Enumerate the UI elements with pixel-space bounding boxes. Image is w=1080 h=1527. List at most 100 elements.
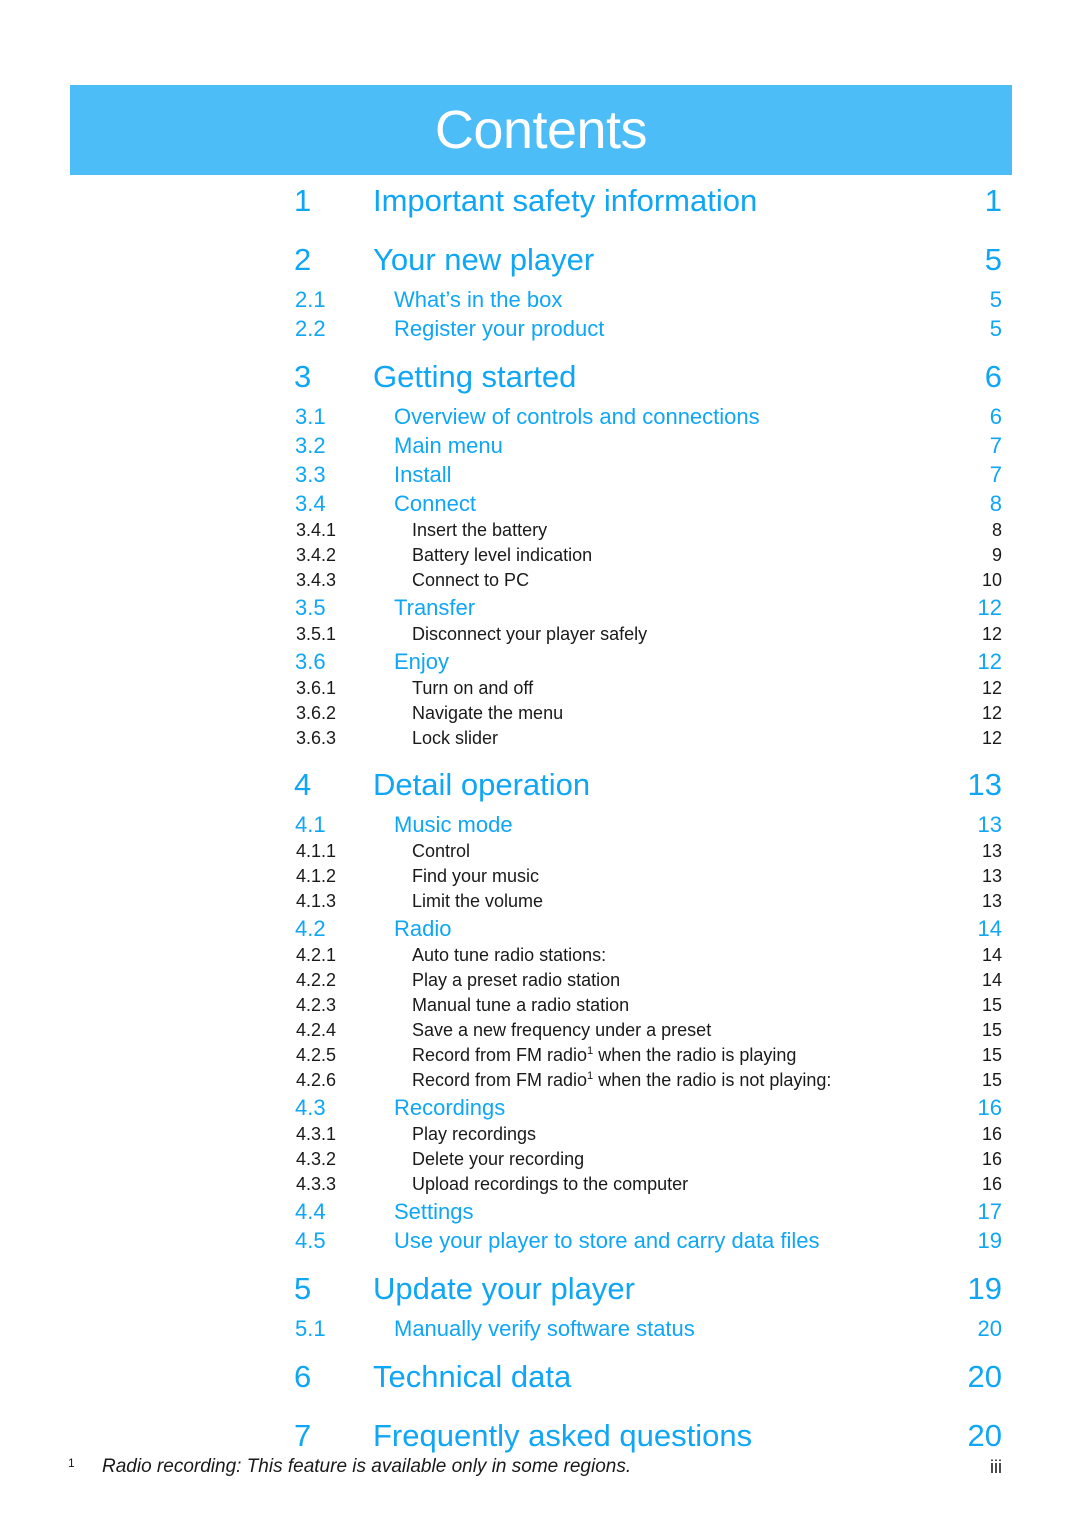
- toc-entry-label: Recordings: [394, 1095, 506, 1120]
- toc-entry-page: 6: [984, 359, 1002, 394]
- toc-entry[interactable]: 4.3 Recordings 16: [0, 1093, 1080, 1122]
- toc-entry[interactable]: 4.2.1 Auto tune radio stations: 14: [0, 943, 1080, 968]
- toc-entry[interactable]: 3.5 Transfer 12: [0, 593, 1080, 622]
- toc-entry[interactable]: 3.4.2 Battery level indication 9: [0, 543, 1080, 568]
- toc-entry[interactable]: 4.2.4 Save a new frequency under a preset…: [0, 1018, 1080, 1043]
- toc-entry[interactable]: 3.4 Connect 8: [0, 489, 1080, 518]
- toc-entry-page: 12: [977, 595, 1002, 620]
- toc-entry-number: 4.1: [295, 812, 326, 837]
- toc-entry-label: Record from FM radio1 when the radio is …: [412, 1043, 796, 1068]
- toc-entry[interactable]: 4.1.2 Find your music 13: [0, 864, 1080, 889]
- toc-entry[interactable]: 2 Your new player 5: [0, 235, 1080, 285]
- toc-entry[interactable]: 3.2 Main menu 7: [0, 431, 1080, 460]
- toc-entry[interactable]: 3.6.3 Lock slider 12: [0, 726, 1080, 751]
- toc-entry[interactable]: 2.1 What’s in the box 5: [0, 285, 1080, 314]
- toc-entry-label: Navigate the menu: [412, 703, 564, 723]
- toc-entry[interactable]: 4.5 Use your player to store and carry da…: [0, 1226, 1080, 1255]
- toc-entry[interactable]: 2.2 Register your product 5: [0, 314, 1080, 343]
- toc-entry[interactable]: 4.1.3 Limit the volume 13: [0, 889, 1080, 914]
- toc-entry[interactable]: 4.4 Settings 17: [0, 1197, 1080, 1226]
- toc-entry-label: Enjoy: [394, 649, 450, 674]
- toc-entry-number: 4.3: [295, 1095, 326, 1120]
- toc-entry[interactable]: 3.4.3 Connect to PC 10: [0, 568, 1080, 593]
- toc-entry-label: Turn on and off: [412, 678, 534, 698]
- toc-entry[interactable]: 1 Important safety information 1: [0, 176, 1080, 226]
- toc-entry-page: 16: [981, 1149, 1002, 1169]
- toc-entry-number: 4.2.1: [296, 945, 337, 965]
- toc-entry-label: Detail operation: [373, 767, 591, 802]
- toc-entry-number: 2.1: [295, 287, 326, 312]
- toc-entry-number: 4.3.3: [296, 1174, 337, 1194]
- toc-entry-number: 4.2.6: [296, 1070, 337, 1090]
- toc-entry-number: 4.5: [295, 1228, 326, 1253]
- toc-entry-page: 20: [977, 1316, 1002, 1341]
- toc-entry[interactable]: 4.1.1 Control 13: [0, 839, 1080, 864]
- page-title: Contents: [434, 100, 648, 160]
- toc-entry[interactable]: 3.4.1 Insert the battery 8: [0, 518, 1080, 543]
- footnote-marker: 1: [68, 1456, 75, 1470]
- toc-entry-label: Upload recordings to the computer: [412, 1174, 689, 1194]
- toc-entry-label: Your new player: [373, 242, 595, 277]
- toc-entry-number: 3: [294, 359, 312, 394]
- toc-entry-page: 14: [981, 945, 1002, 965]
- toc-entry[interactable]: 4.2 Radio 14: [0, 914, 1080, 943]
- toc-entry-number: 3.6.1: [296, 678, 337, 698]
- toc-entry-label: Manually verify software status: [394, 1316, 695, 1341]
- document-page: Contents 1 Important safety information 1 2…: [0, 0, 1080, 1527]
- toc-entry-label: Technical data: [373, 1359, 572, 1394]
- toc-entry-label: Auto tune radio stations:: [412, 945, 607, 965]
- toc-entry-page: 19: [967, 1271, 1002, 1306]
- toc-entry-number: 3.4.1: [296, 520, 337, 540]
- toc-entry-page: 14: [981, 970, 1002, 990]
- toc-entry[interactable]: 5 Update your player 19: [0, 1264, 1080, 1314]
- table-of-contents: 1 Important safety information 1 2 Your new …: [0, 176, 1080, 1461]
- toc-entry[interactable]: 4.2.5 Record from FM radio1 when the radi…: [0, 1043, 1080, 1068]
- toc-entry-page: 10: [981, 570, 1002, 590]
- toc-entry[interactable]: 5.1 Manually verify software status 20: [0, 1314, 1080, 1343]
- toc-entry[interactable]: 4 Detail operation 13: [0, 760, 1080, 810]
- toc-entry[interactable]: 4.2.6 Record from FM radio1 when the radi…: [0, 1068, 1080, 1093]
- toc-entry[interactable]: 4.3.3 Upload recordings to the computer 16: [0, 1172, 1080, 1197]
- toc-entry-page: 12: [981, 678, 1002, 698]
- toc-entry[interactable]: 4.3.2 Delete your recording 16: [0, 1147, 1080, 1172]
- toc-entry-label: Transfer: [394, 595, 476, 620]
- toc-entry-label: Important safety information: [373, 183, 758, 218]
- toc-entry-number: 3.6.3: [296, 728, 337, 748]
- toc-entry-number: 6: [294, 1359, 312, 1394]
- toc-entry-label: Find your music: [412, 866, 540, 886]
- toc-entry-label: Connect: [394, 491, 476, 516]
- toc-entry[interactable]: 3.1 Overview of controls and connections 6: [0, 402, 1080, 431]
- toc-entry-number: 3.1: [295, 404, 326, 429]
- toc-entry[interactable]: 3 Getting started 6: [0, 352, 1080, 402]
- toc-entry-number: 3.6: [295, 649, 326, 674]
- toc-entry[interactable]: 4.2.2 Play a preset radio station 14: [0, 968, 1080, 993]
- toc-entry-label: Use your player to store and carry data …: [394, 1228, 820, 1253]
- toc-entry-number: 4.4: [295, 1199, 326, 1224]
- toc-entry-page: 12: [981, 624, 1002, 644]
- toc-entry[interactable]: 4.2.3 Manual tune a radio station 15: [0, 993, 1080, 1018]
- toc-entry[interactable]: 4.1 Music mode 13: [0, 810, 1080, 839]
- toc-entry-label: Save a new frequency under a preset: [412, 1020, 712, 1040]
- toc-entry[interactable]: 6 Technical data 20: [0, 1352, 1080, 1402]
- toc-entry-number: 3.2: [295, 433, 326, 458]
- toc-entry-label: Update your player: [373, 1271, 635, 1306]
- toc-entry[interactable]: 3.6.2 Navigate the menu 12: [0, 701, 1080, 726]
- footnote: 1 Radio recording: This feature is avail…: [0, 1452, 1080, 1482]
- page-number: iii: [990, 1457, 1002, 1477]
- toc-entry-page: 16: [977, 1095, 1002, 1120]
- toc-entry[interactable]: 3.6 Enjoy 12: [0, 647, 1080, 676]
- toc-entry[interactable]: 3.3 Install 7: [0, 460, 1080, 489]
- toc-entry-page: 8: [991, 520, 1002, 540]
- toc-entry-number: 4.3.2: [296, 1149, 337, 1169]
- toc-entry-page: 13: [981, 866, 1002, 886]
- toc-entry-number: 3.5: [295, 595, 326, 620]
- toc-entry-label: Install: [394, 462, 452, 487]
- toc-entry[interactable]: 3.6.1 Turn on and off 12: [0, 676, 1080, 701]
- toc-entry-page: 13: [977, 812, 1002, 837]
- toc-entry-label: Connect to PC: [412, 570, 530, 590]
- toc-entry[interactable]: 3.5.1 Disconnect your player safely 12: [0, 622, 1080, 647]
- toc-entry-number: 2.2: [295, 316, 326, 341]
- toc-entry[interactable]: 4.3.1 Play recordings 16: [0, 1122, 1080, 1147]
- toc-entry-page: 8: [989, 491, 1002, 516]
- toc-entry-label: Insert the battery: [412, 520, 548, 540]
